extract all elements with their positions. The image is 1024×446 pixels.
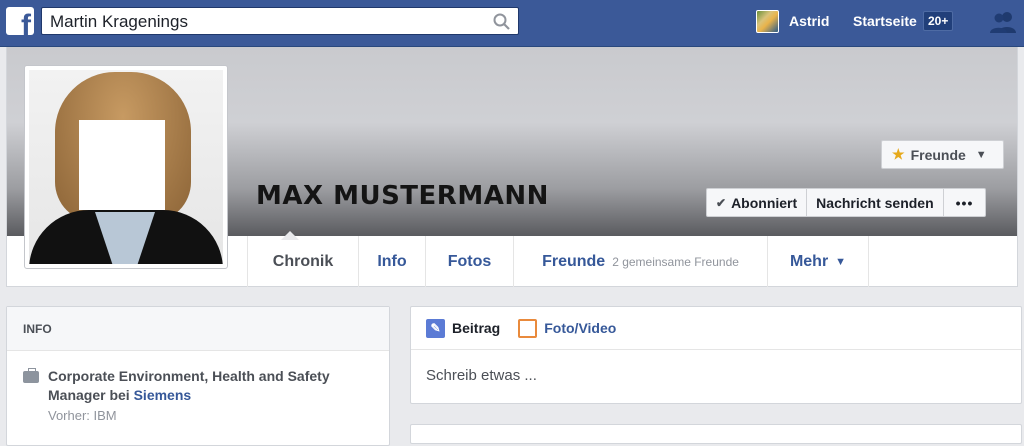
composer-tab-label: Beitrag [452,320,501,336]
composer-tab-label: Foto/Video [544,320,617,336]
search-input[interactable]: Martin Kragenings [41,7,519,35]
profile-name: MAX MUSTERMANN [256,181,549,211]
tab-label: Fotos [447,252,492,270]
composer-tabs: ✎ Beitrag Foto/Video [411,307,1021,350]
info-heading: INFO [7,307,389,351]
face-redaction [79,120,165,210]
mutual-friends-count: 2 gemeinsame Freunde [612,254,739,269]
active-tab-pointer [281,231,299,240]
tab-label: Chronik [272,252,334,270]
work-entry: Corporate Environment, Health and Safety… [23,367,373,423]
subscribed-button[interactable]: ✔ Abonniert [707,189,808,216]
briefcase-icon [23,368,39,383]
friends-button-label: Freunde [910,146,966,163]
top-navigation-bar: f Martin Kragenings Astrid Startseite 20… [0,0,1024,47]
facebook-logo-icon[interactable]: f [6,7,34,35]
profile-photo [29,70,223,264]
notification-badge[interactable]: 20+ [923,11,954,31]
tab-label: Freunde [542,252,606,270]
user-name[interactable]: Astrid [789,13,829,29]
composer-input[interactable]: Schreib etwas ... [411,350,1021,401]
send-message-button-label: Nachricht senden [816,194,934,211]
friends-button[interactable]: ★ Freunde ▼ [881,140,1004,169]
chevron-down-icon: ▼ [975,148,987,161]
user-profile-link[interactable]: Astrid [756,9,829,33]
profile-action-buttons: ✔ Abonniert Nachricht senden ••• [706,188,987,217]
send-message-button[interactable]: Nachricht senden [807,189,944,216]
star-icon: ★ [892,146,905,162]
company-link[interactable]: Siemens [134,387,192,403]
tab-fotos[interactable]: Fotos [425,236,513,287]
tab-label: Info [377,252,407,270]
home-link[interactable]: Startseite [853,13,917,29]
post-composer: ✎ Beitrag Foto/Video Schreib etwas ... [410,306,1022,404]
timeline-card [410,424,1022,444]
tab-chronik[interactable]: Chronik [247,236,358,287]
profile-header: MAX MUSTERMANN ★ Freunde ▼ ✔ Abonniert N… [6,47,1018,287]
photo-icon [518,318,538,338]
info-card: INFO Corporate Environment, Health and S… [6,306,390,446]
tab-label: Mehr [789,252,829,270]
more-options-button[interactable]: ••• [944,189,986,216]
chevron-down-icon: ▼ [835,255,847,268]
previous-employer: Vorher: IBM [48,408,117,423]
friend-requests-icon[interactable] [990,10,1016,34]
pencil-icon: ✎ [426,318,445,338]
subscribed-button-label: Abonniert [731,194,798,211]
tab-freunde[interactable]: Freunde 2 gemeinsame Freunde [513,236,767,287]
composer-tab-photo[interactable]: Foto/Video [518,318,617,338]
search-input-value[interactable]: Martin Kragenings [50,12,188,32]
more-dots-icon: ••• [955,194,974,211]
tab-mehr[interactable]: Mehr ▼ [767,236,869,287]
avatar[interactable] [756,9,779,33]
tab-info[interactable]: Info [358,236,425,287]
work-title: Corporate Environment, Health and Safety… [48,368,330,403]
composer-tab-post[interactable]: ✎ Beitrag [426,318,501,338]
search-icon[interactable] [492,12,512,32]
checkmark-icon: ✔ [716,195,727,210]
profile-picture[interactable] [24,65,228,269]
